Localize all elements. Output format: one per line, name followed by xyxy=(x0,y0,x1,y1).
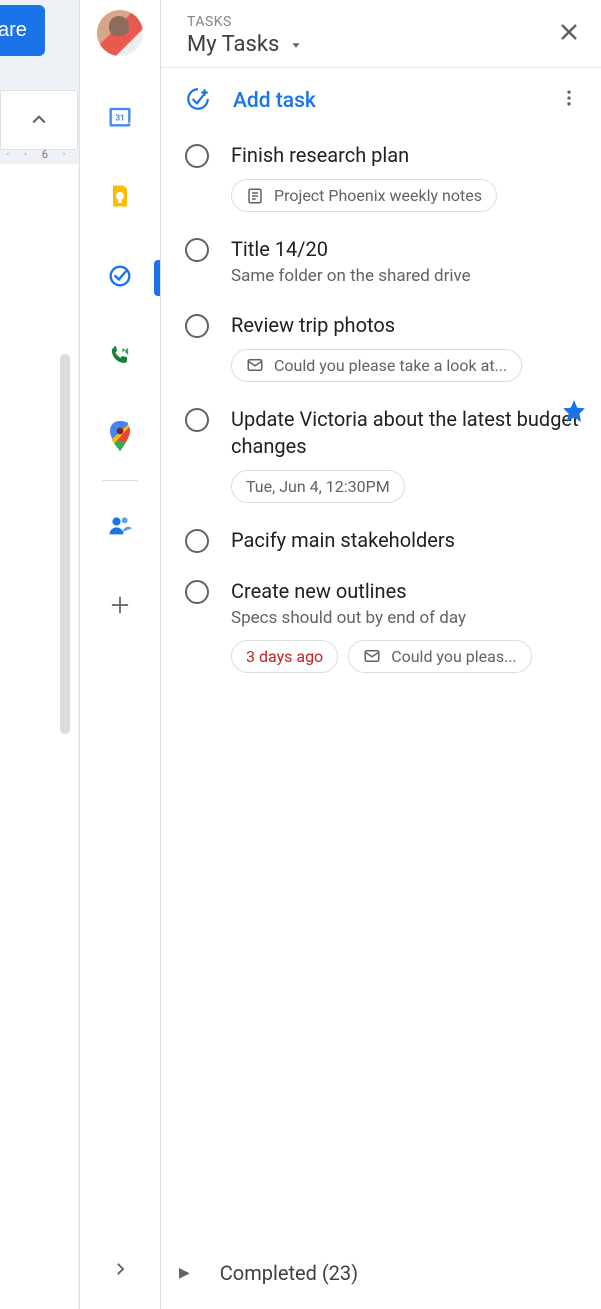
task-chips: Could you please take a look at... xyxy=(231,349,585,382)
overdue-chip[interactable]: 3 days ago xyxy=(231,640,338,673)
calendar-app-icon[interactable]: 31 xyxy=(100,96,140,136)
chip-text: Could you please take a look at... xyxy=(274,356,507,375)
task-title: Create new outlines xyxy=(231,578,585,605)
date-chip[interactable]: Tue, Jun 4, 12:30PM xyxy=(231,470,405,503)
more-menu-button[interactable] xyxy=(559,88,579,114)
mail-chip-icon xyxy=(363,647,381,665)
keep-app-icon[interactable] xyxy=(100,176,140,216)
task-title: Finish research plan xyxy=(231,142,585,169)
task-chips: Project Phoenix weekly notes xyxy=(231,179,585,212)
task-row[interactable]: Title 14/20Same folder on the shared dri… xyxy=(185,224,585,300)
task-row[interactable]: Update Victoria about the latest budget … xyxy=(185,394,585,515)
task-complete-circle[interactable] xyxy=(185,314,209,338)
task-complete-circle[interactable] xyxy=(185,408,209,432)
task-list: Finish research plan Project Phoenix week… xyxy=(161,130,601,1241)
scrollbar[interactable] xyxy=(60,354,70,734)
task-complete-circle[interactable] xyxy=(185,238,209,262)
side-panel-strip: 31 xyxy=(80,0,160,1309)
collapse-outline-button[interactable] xyxy=(0,90,78,150)
panel-toolbar: Add task xyxy=(161,68,601,130)
task-subtitle: Specs should out by end of day xyxy=(231,607,585,630)
chip-text: Could you pleas... xyxy=(391,647,517,666)
add-task-icon xyxy=(185,86,211,116)
doc-canvas xyxy=(0,164,78,1309)
task-body: Create new outlinesSpecs should out by e… xyxy=(231,578,585,673)
doc-chip-icon xyxy=(246,187,264,205)
task-body: Pacify main stakeholders xyxy=(231,527,585,554)
task-row[interactable]: Finish research plan Project Phoenix week… xyxy=(185,130,585,224)
maps-pin-icon xyxy=(100,416,140,456)
dropdown-caret-icon xyxy=(289,38,303,52)
mail-chip[interactable]: Could you pleas... xyxy=(348,640,532,673)
task-title: Pacify main stakeholders xyxy=(231,527,585,554)
mail-chip[interactable]: Could you please take a look at... xyxy=(231,349,522,382)
task-row[interactable]: Review trip photos Could you please take … xyxy=(185,300,585,394)
tasks-panel: TASKS My Tasks Add task xyxy=(160,0,601,1309)
list-title: My Tasks xyxy=(187,32,279,57)
panel-eyebrow: TASKS xyxy=(187,14,303,30)
chip-text: Tue, Jun 4, 12:30PM xyxy=(246,477,390,496)
task-complete-circle[interactable] xyxy=(185,580,209,604)
close-panel-button[interactable] xyxy=(557,20,581,51)
chevron-right-icon xyxy=(111,1260,129,1278)
panel-header: TASKS My Tasks xyxy=(161,0,601,68)
task-subtitle: Same folder on the shared drive xyxy=(231,265,585,288)
tasks-icon xyxy=(106,262,134,290)
doc-chip[interactable]: Project Phoenix weekly notes xyxy=(231,179,497,212)
chip-text: Project Phoenix weekly notes xyxy=(274,186,482,205)
maps-app-icon[interactable] xyxy=(100,416,140,456)
more-vert-icon xyxy=(559,88,579,108)
completed-section-toggle[interactable]: ▶ Completed (23) xyxy=(161,1241,601,1309)
keep-icon xyxy=(106,182,134,210)
task-body: Review trip photos Could you please take … xyxy=(231,312,585,382)
tasks-app-icon[interactable] xyxy=(100,256,140,296)
chevron-up-icon xyxy=(29,110,49,130)
task-title: Update Victoria about the latest budget … xyxy=(231,406,585,460)
task-row[interactable]: Create new outlinesSpecs should out by e… xyxy=(185,566,585,685)
star-icon[interactable] xyxy=(561,398,587,428)
caret-right-icon: ▶ xyxy=(179,1265,190,1281)
task-row[interactable]: Pacify main stakeholders xyxy=(185,515,585,566)
avatar[interactable] xyxy=(97,10,143,56)
strip-divider xyxy=(102,480,138,481)
task-complete-circle[interactable] xyxy=(185,144,209,168)
task-body: Finish research plan Project Phoenix week… xyxy=(231,142,585,212)
task-body: Update Victoria about the latest budget … xyxy=(231,406,585,503)
list-selector[interactable]: My Tasks xyxy=(187,32,303,57)
contacts-icon xyxy=(106,511,134,539)
svg-text:31: 31 xyxy=(115,113,124,123)
calendar-icon: 31 xyxy=(106,102,134,130)
mail-chip-icon xyxy=(246,356,264,374)
add-task-button[interactable]: Add task xyxy=(185,86,316,116)
meet-app-icon[interactable] xyxy=(100,336,140,376)
completed-label: Completed (23) xyxy=(220,1261,358,1285)
task-title: Title 14/20 xyxy=(231,236,585,263)
ruler: · · 6 · xyxy=(0,148,78,164)
share-button[interactable]: are xyxy=(0,5,45,56)
task-chips: Tue, Jun 4, 12:30PM xyxy=(231,470,585,503)
task-complete-circle[interactable] xyxy=(185,529,209,553)
chip-text: 3 days ago xyxy=(246,647,323,666)
plus-icon xyxy=(106,591,134,619)
close-icon xyxy=(557,20,581,44)
contacts-app-icon[interactable] xyxy=(100,505,140,545)
expand-panel-button[interactable] xyxy=(100,1249,140,1289)
task-chips: 3 days ago Could you pleas... xyxy=(231,640,585,673)
docs-background: are · · 6 · xyxy=(0,0,80,1309)
add-task-label: Add task xyxy=(233,89,316,113)
add-addon-button[interactable] xyxy=(100,585,140,625)
task-title: Review trip photos xyxy=(231,312,585,339)
phone-icon xyxy=(106,342,134,370)
task-body: Title 14/20Same folder on the shared dri… xyxy=(231,236,585,288)
